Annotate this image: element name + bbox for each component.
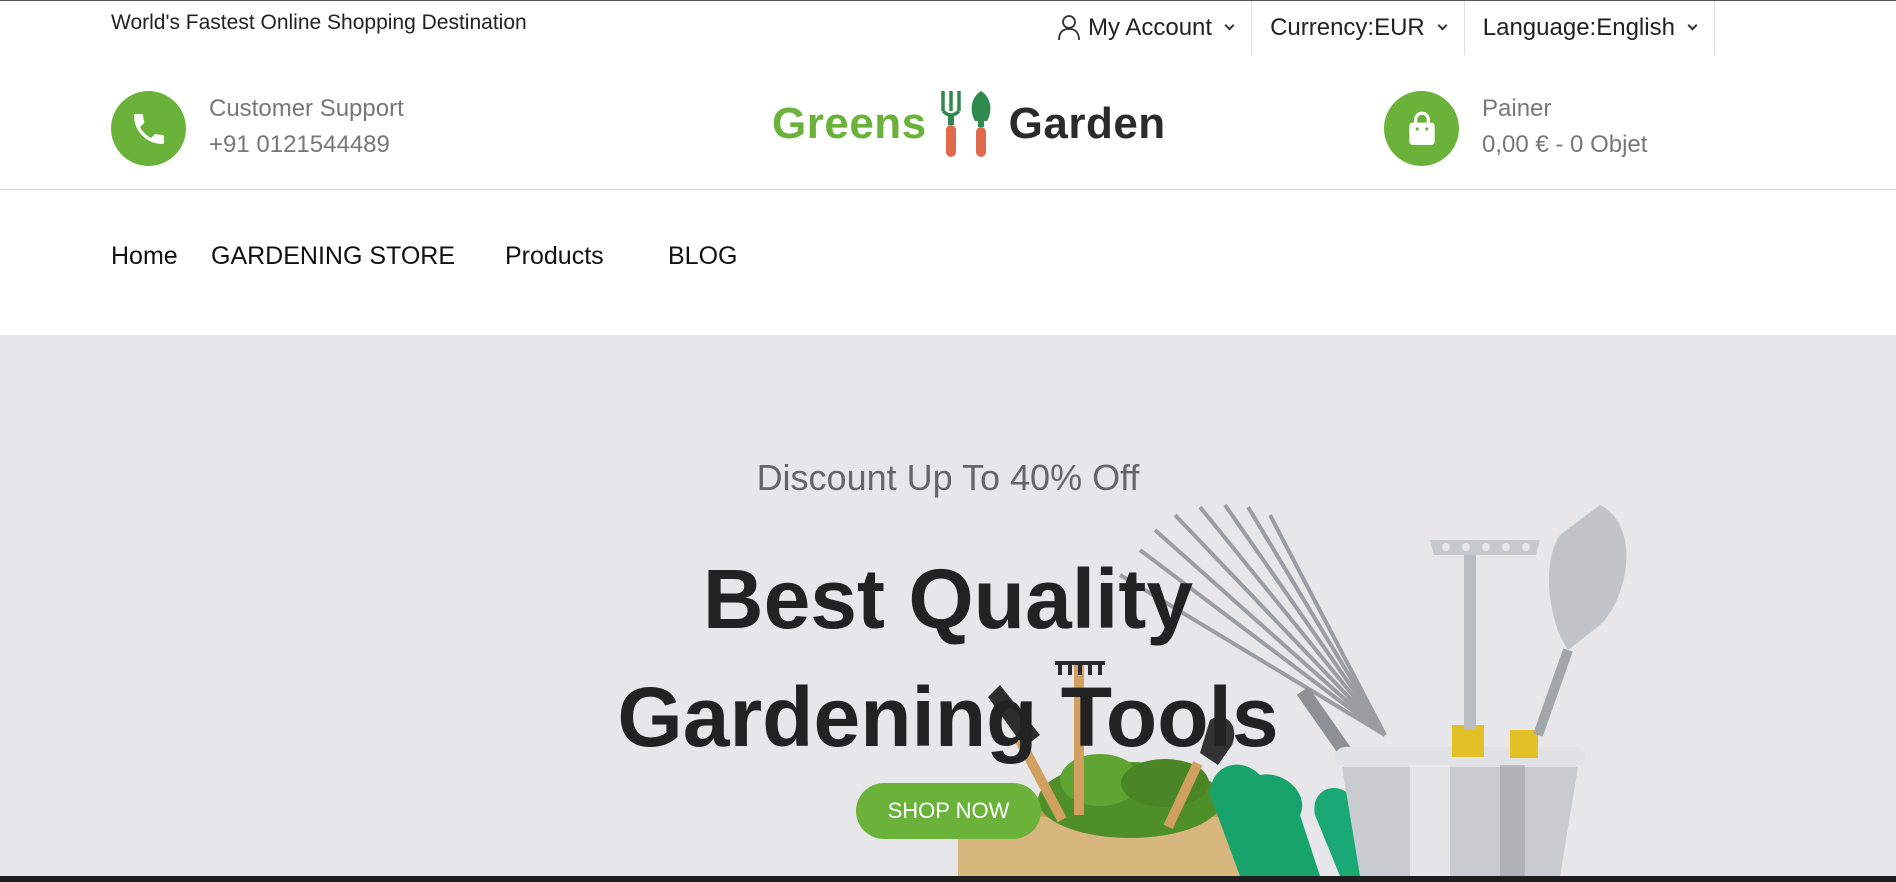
customer-support: Customer Support +91 0121544489 [209, 91, 404, 163]
chevron-down-icon [1224, 20, 1235, 30]
cart-title: Painer [1482, 95, 1552, 122]
hero-title-line-1: Best Quality [702, 552, 1194, 646]
phone-icon[interactable] [111, 91, 186, 166]
shop-now-button[interactable]: SHOP NOW [856, 783, 1041, 839]
nav-item-blog[interactable]: BLOG [668, 242, 737, 271]
bag-glyph [1408, 111, 1435, 145]
tagline: World's Fastest Online Shopping Destinat… [111, 11, 527, 34]
chevron-down-icon [1687, 20, 1698, 30]
cart-summary[interactable]: Painer 0,00 € - 0 Objet [1482, 91, 1647, 163]
currency-dropdown[interactable]: Currency:EUR [1251, 1, 1464, 55]
my-account-dropdown[interactable]: My Account [1040, 1, 1251, 55]
cart-total: 0,00 € - 0 Objet [1482, 131, 1648, 158]
site-logo[interactable]: Greens Garden [772, 88, 1166, 160]
chevron-down-icon [1437, 20, 1448, 30]
language-label: Language:English [1482, 14, 1675, 41]
my-account-label: My Account [1088, 14, 1213, 41]
top-menu: My Account Currency:EUR Language:English [1040, 1, 1715, 55]
language-dropdown[interactable]: Language:English [1463, 1, 1715, 55]
page-bottom-edge [0, 876, 1896, 882]
main-navigation: Home GARDENING STORE Products BLOG [0, 190, 1896, 334]
currency-label: Currency:EUR [1270, 14, 1425, 41]
hero-title: Best Quality Gardening Tools [0, 540, 1896, 776]
phone-glyph [133, 113, 164, 144]
support-title: Customer Support [209, 95, 404, 122]
top-bar: World's Fastest Online Shopping Destinat… [0, 1, 1896, 55]
hero-title-line-2: Gardening Tools [617, 670, 1279, 764]
site-header: Customer Support +91 0121544489 Greens G… [0, 55, 1896, 190]
nav-item-gardening-store[interactable]: GARDENING STORE [211, 242, 455, 271]
nav-item-products[interactable]: Products [505, 242, 604, 271]
support-phone[interactable]: +91 0121544489 [209, 127, 404, 163]
garden-tools-logo-icon [940, 91, 991, 157]
logo-word-greens: Greens [772, 99, 927, 148]
nav-item-home[interactable]: Home [111, 242, 178, 271]
shopping-bag-icon[interactable] [1384, 91, 1459, 166]
hero-banner: Discount Up To 40% Off Best Quality Gard… [0, 335, 1896, 876]
user-icon [1058, 15, 1080, 41]
logo-word-garden: Garden [1008, 99, 1166, 148]
